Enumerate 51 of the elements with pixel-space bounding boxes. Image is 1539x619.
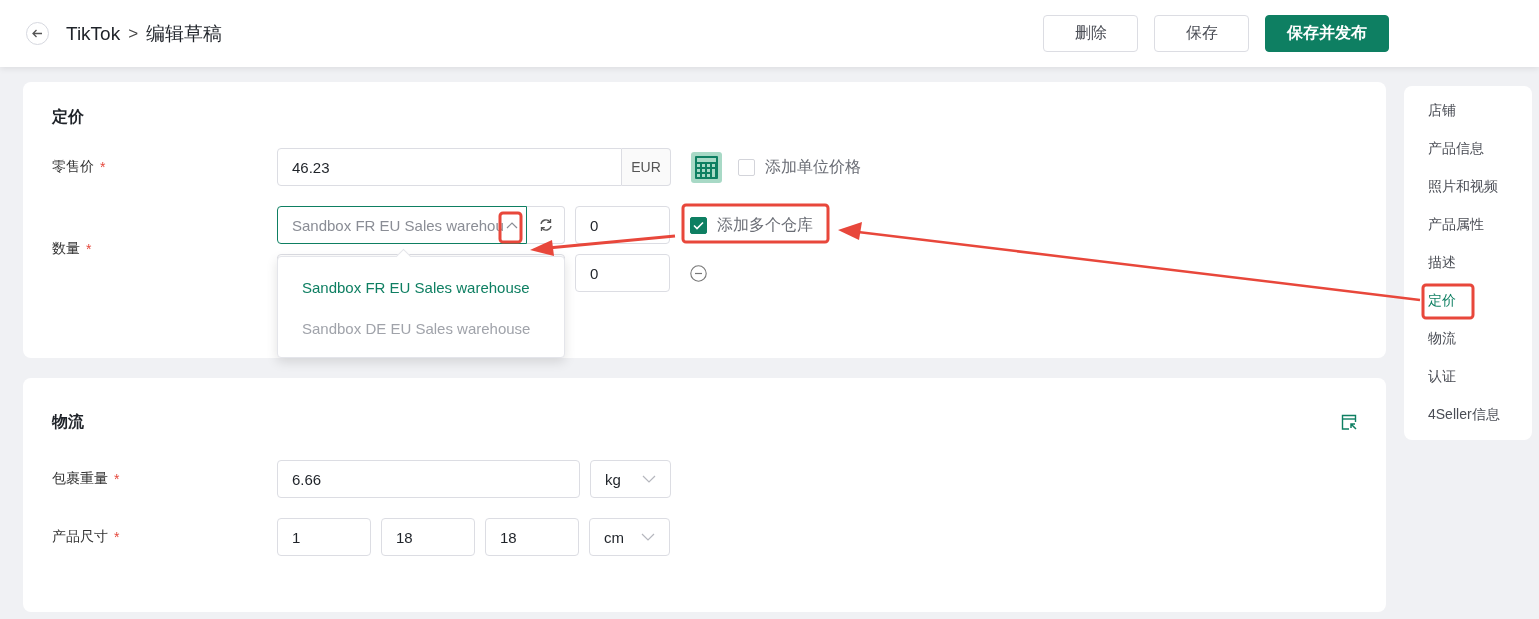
- refresh-icon: [538, 218, 553, 232]
- checkbox-label: 添加单位价格: [765, 156, 861, 177]
- checkbox[interactable]: [690, 216, 707, 234]
- section-title: 物流: [52, 412, 84, 432]
- required-asterisk: *: [86, 241, 92, 257]
- section-title: 定价: [52, 107, 85, 127]
- nav-link[interactable]: 店铺: [1404, 91, 1532, 129]
- currency-addon: EUR: [622, 148, 671, 186]
- nav-link[interactable]: 产品信息: [1404, 129, 1532, 167]
- unit-select[interactable]: cm: [589, 518, 670, 556]
- refresh-button[interactable]: [527, 206, 565, 244]
- nav-link[interactable]: 物流: [1404, 319, 1532, 357]
- field-label: 零售价: [52, 158, 94, 176]
- nav-link[interactable]: 定价: [1404, 281, 1532, 319]
- dimension-input[interactable]: 1: [277, 518, 371, 556]
- check-icon: [693, 220, 704, 230]
- quantity-input[interactable]: 0: [575, 206, 670, 244]
- breadcrumb-separator: >: [128, 23, 139, 44]
- field-label: 包裹重量: [52, 470, 108, 488]
- dropdown-option[interactable]: Sandbox FR EU Sales warehouse: [278, 267, 564, 308]
- field-label: 产品尺寸: [52, 528, 108, 546]
- highlight-box: [1421, 283, 1475, 320]
- calculator-icon[interactable]: [691, 151, 722, 183]
- required-asterisk: *: [114, 529, 120, 545]
- breadcrumb-link[interactable]: TikTok: [66, 22, 121, 45]
- nav-link[interactable]: 认证: [1404, 357, 1532, 395]
- quantity-input[interactable]: 0: [575, 254, 670, 292]
- action-button[interactable]: 保存: [1154, 15, 1249, 52]
- collapse-icon[interactable]: [1341, 414, 1357, 430]
- nav-link[interactable]: 4Seller信息: [1404, 395, 1532, 433]
- field-label: 数量: [52, 240, 80, 258]
- required-asterisk: *: [100, 159, 106, 175]
- arrow-left-icon: [32, 29, 43, 38]
- remove-icon[interactable]: [690, 264, 707, 282]
- checkbox-label: 添加多个仓库: [717, 214, 813, 235]
- nav-link[interactable]: 产品属性: [1404, 205, 1532, 243]
- chevron-up-icon: [506, 221, 518, 229]
- dimension-input[interactable]: 18: [381, 518, 475, 556]
- nav-link[interactable]: 描述: [1404, 243, 1532, 281]
- publish-button[interactable]: 保存并发布: [1265, 15, 1389, 52]
- dimension-input[interactable]: 18: [485, 518, 579, 556]
- action-button[interactable]: 删除: [1043, 15, 1138, 52]
- chevron-down-icon: [642, 475, 656, 483]
- chevron-down-icon: [641, 533, 655, 541]
- required-asterisk: *: [114, 471, 120, 487]
- back-button[interactable]: [26, 22, 49, 45]
- page-title: 编辑草稿: [146, 21, 223, 46]
- price-input[interactable]: 46.23: [277, 148, 622, 186]
- nav-link[interactable]: 照片和视频: [1404, 167, 1532, 205]
- unit-select[interactable]: kg: [590, 460, 671, 498]
- weight-input[interactable]: 6.66: [277, 460, 580, 498]
